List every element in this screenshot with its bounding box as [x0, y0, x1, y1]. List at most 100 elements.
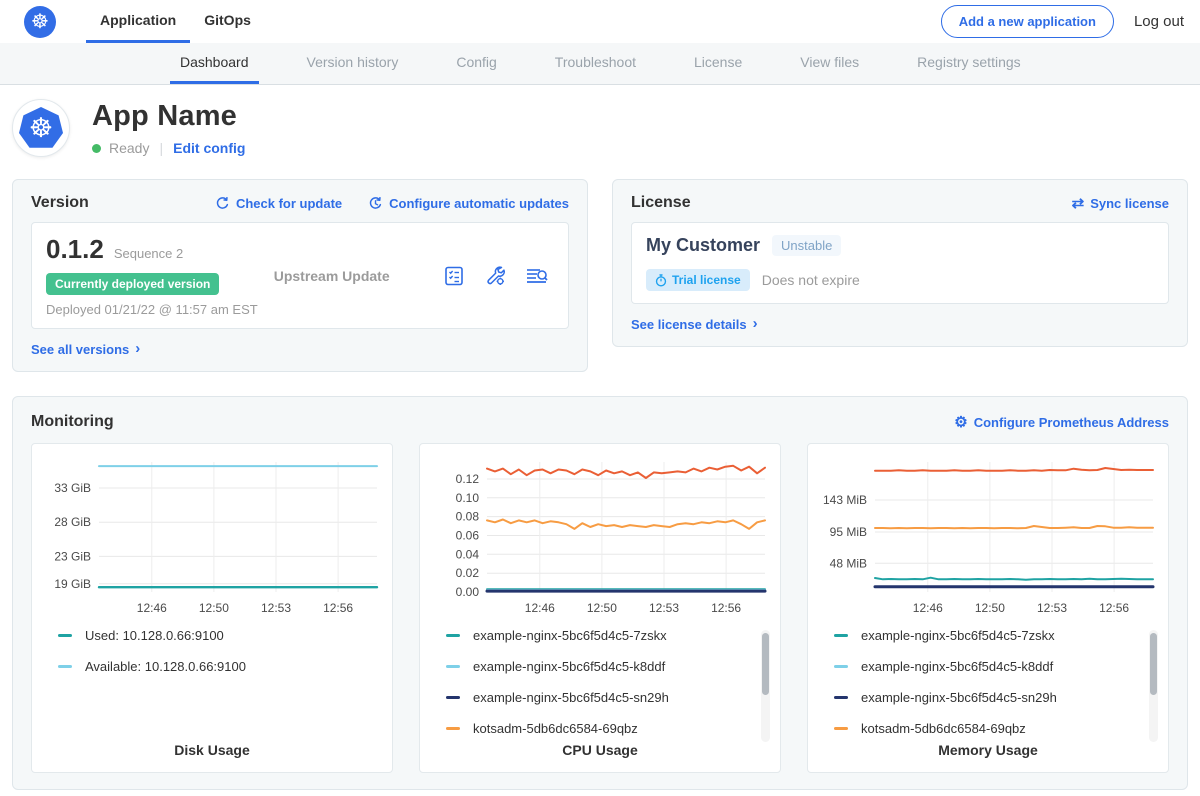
- topnav-right: Add a new application Log out: [941, 0, 1200, 43]
- sequence-label: Sequence 2: [114, 246, 183, 261]
- kubernetes-heptagon-icon: ☸: [19, 107, 63, 149]
- scrollbar-thumb[interactable]: [762, 633, 769, 695]
- version-card-title: Version: [31, 194, 89, 212]
- svg-text:28 GiB: 28 GiB: [54, 515, 91, 529]
- svg-text:0.02: 0.02: [456, 566, 480, 580]
- deployed-version-badge: Currently deployed version: [46, 273, 219, 295]
- memory-usage-chart[interactable]: 143 MiB95 MiB48 MiB12:4612:5012:5312:56: [817, 454, 1159, 618]
- license-card-title: License: [631, 194, 691, 212]
- svg-text:0.00: 0.00: [456, 585, 480, 599]
- legend-label: kotsadm-5db6dc6584-69qbz: [473, 721, 638, 736]
- tab-license[interactable]: License: [684, 43, 752, 84]
- configure-automatic-updates-link[interactable]: Configure automatic updates: [368, 196, 569, 211]
- svg-text:0.08: 0.08: [456, 510, 480, 524]
- see-license-details-link[interactable]: See license details ›: [631, 316, 758, 333]
- legend-item: kotsadm-5db6dc6584-69qbz: [446, 721, 772, 736]
- stopwatch-icon: [655, 274, 667, 287]
- monitoring-card: Monitoring ⚙ Configure Prometheus Addres…: [12, 396, 1188, 790]
- svg-text:12:56: 12:56: [1099, 601, 1129, 615]
- svg-text:12:46: 12:46: [525, 601, 555, 615]
- link-label: Sync license: [1090, 196, 1169, 211]
- tab-troubleshoot[interactable]: Troubleshoot: [545, 43, 646, 84]
- legend-scrollbar[interactable]: [1149, 630, 1158, 742]
- helm-wheel-glyph: ☸: [31, 12, 49, 32]
- status-text: Ready: [109, 140, 149, 156]
- channel-badge: Unstable: [772, 235, 841, 256]
- deploy-logs-icon[interactable]: [524, 264, 550, 288]
- chevron-right-icon: ›: [135, 340, 140, 357]
- disk-usage-chart[interactable]: 33 GiB28 GiB23 GiB19 GiB12:4612:5012:531…: [41, 454, 383, 618]
- tab-version-history[interactable]: Version history: [297, 43, 409, 84]
- link-label: See all versions: [31, 342, 129, 357]
- license-type-badge: Trial license: [646, 269, 750, 291]
- wrench-config-icon[interactable]: [483, 264, 507, 288]
- tab-config[interactable]: Config: [446, 43, 506, 84]
- legend-label: example-nginx-5bc6f5d4c5-sn29h: [861, 690, 1057, 705]
- svg-text:0.04: 0.04: [456, 547, 480, 561]
- app-avatar: ☸: [12, 99, 70, 157]
- legend-label: kotsadm-5db6dc6584-69qbz: [861, 721, 1026, 736]
- legend-item: example-nginx-5bc6f5d4c5-7zskx: [446, 628, 772, 643]
- sync-license-link[interactable]: ⇄ Sync license: [1072, 196, 1169, 211]
- refresh-icon: [215, 196, 230, 211]
- app-header: ☸ App Name Ready | Edit config: [0, 85, 1200, 171]
- version-source: Upstream Update: [274, 268, 442, 284]
- release-notes-icon[interactable]: [442, 264, 466, 288]
- deployed-timestamp: Deployed 01/21/22 @ 11:57 am EST: [46, 302, 258, 317]
- svg-text:12:46: 12:46: [137, 601, 167, 615]
- clock-refresh-icon: [368, 196, 383, 211]
- legend-scrollbar[interactable]: [761, 630, 770, 742]
- tab-registry-settings[interactable]: Registry settings: [907, 43, 1030, 84]
- app-sub-nav: Dashboard Version history Config Trouble…: [0, 43, 1200, 85]
- page-title: App Name: [92, 100, 245, 133]
- legend-item: Used: 10.128.0.66:9100: [58, 628, 384, 643]
- legend-item: Available: 10.128.0.66:9100: [58, 659, 384, 674]
- cpu-usage-legend: example-nginx-5bc6f5d4c5-7zskx example-ng…: [428, 618, 772, 736]
- tab-view-files[interactable]: View files: [790, 43, 869, 84]
- legend-dash-icon: [446, 665, 460, 668]
- license-expiry: Does not expire: [762, 272, 860, 288]
- disk-usage-chart-card: 33 GiB28 GiB23 GiB19 GiB12:4612:5012:531…: [31, 443, 393, 773]
- monitoring-title: Monitoring: [31, 413, 114, 431]
- legend-item: example-nginx-5bc6f5d4c5-sn29h: [446, 690, 772, 705]
- chevron-right-icon: ›: [753, 315, 758, 332]
- svg-text:143 MiB: 143 MiB: [823, 493, 867, 507]
- tab-dashboard[interactable]: Dashboard: [170, 43, 259, 84]
- kubernetes-logo-icon[interactable]: ☸: [24, 6, 56, 38]
- version-card: Version Check for update Configure au: [12, 179, 588, 372]
- customer-name: My Customer: [646, 235, 760, 256]
- divider: |: [157, 140, 165, 156]
- cpu-usage-chart[interactable]: 0.120.100.080.060.040.020.0012:4612:5012…: [429, 454, 771, 618]
- see-all-versions-link[interactable]: See all versions ›: [31, 341, 140, 358]
- legend-dash-icon: [446, 696, 460, 699]
- svg-text:12:46: 12:46: [913, 601, 943, 615]
- license-card: License ⇄ Sync license My Customer Unsta…: [612, 179, 1188, 347]
- legend-label: example-nginx-5bc6f5d4c5-sn29h: [473, 690, 669, 705]
- topnav-tab-gitops[interactable]: GitOps: [190, 0, 265, 43]
- topnav-tab-application[interactable]: Application: [86, 0, 190, 43]
- chart-title: CPU Usage: [428, 742, 772, 758]
- check-for-update-link[interactable]: Check for update: [215, 196, 342, 211]
- svg-text:12:50: 12:50: [199, 601, 229, 615]
- legend-dash-icon: [58, 634, 72, 637]
- legend-label: example-nginx-5bc6f5d4c5-7zskx: [861, 628, 1055, 643]
- svg-text:12:50: 12:50: [587, 601, 617, 615]
- logout-button[interactable]: Log out: [1134, 13, 1184, 30]
- scrollbar-thumb[interactable]: [1150, 633, 1157, 695]
- disk-usage-legend: Used: 10.128.0.66:9100 Available: 10.128.…: [40, 618, 384, 736]
- svg-text:0.10: 0.10: [456, 491, 480, 505]
- edit-config-link[interactable]: Edit config: [173, 140, 245, 156]
- link-label: Configure automatic updates: [389, 196, 569, 211]
- add-application-button[interactable]: Add a new application: [941, 5, 1114, 38]
- legend-item: kotsadm-5db6dc6584-69qbz: [834, 721, 1160, 736]
- link-label: Check for update: [236, 196, 342, 211]
- legend-label: Available: 10.128.0.66:9100: [85, 659, 246, 674]
- svg-text:0.12: 0.12: [456, 472, 480, 486]
- logo-wrap: ☸: [24, 0, 56, 43]
- cpu-usage-chart-card: 0.120.100.080.060.040.020.0012:4612:5012…: [419, 443, 781, 773]
- link-label: Configure Prometheus Address: [974, 415, 1169, 430]
- configure-prometheus-link[interactable]: ⚙ Configure Prometheus Address: [954, 415, 1169, 430]
- legend-dash-icon: [834, 665, 848, 668]
- svg-text:12:50: 12:50: [975, 601, 1005, 615]
- legend-dash-icon: [446, 634, 460, 637]
